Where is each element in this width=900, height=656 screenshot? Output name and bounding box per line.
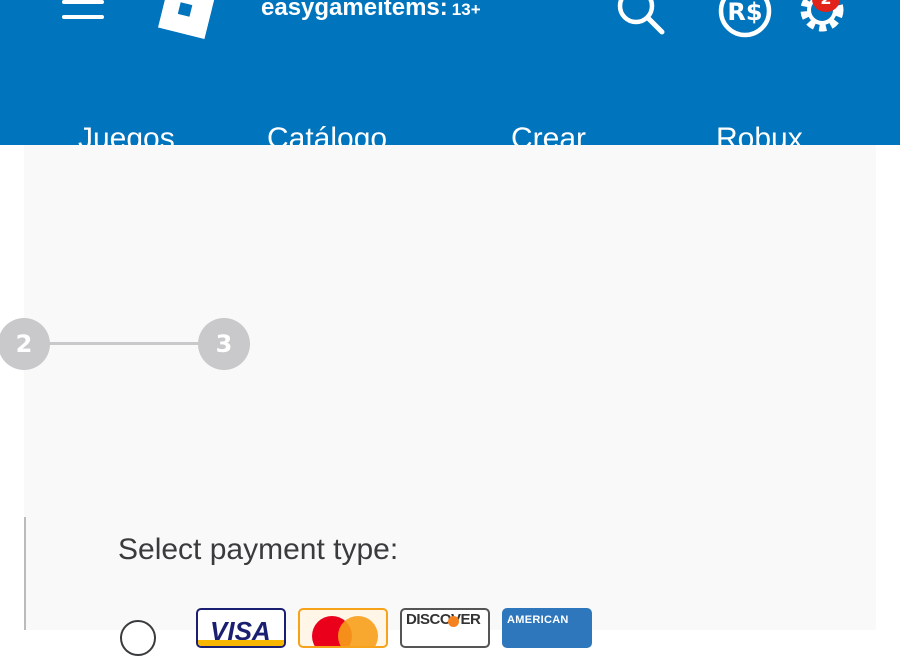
step-3-circle: 3 bbox=[198, 318, 250, 370]
mastercard-icon bbox=[298, 608, 388, 648]
nav-tab-juegos[interactable]: Juegos bbox=[78, 122, 175, 145]
menu-icon[interactable] bbox=[62, 0, 104, 22]
nav-tab-catalogo[interactable]: Catálogo bbox=[267, 122, 387, 145]
amex-card-icon: AMERICAN bbox=[502, 608, 592, 648]
username[interactable]: easygameitems: 13+ bbox=[261, 0, 481, 22]
roblox-logo[interactable] bbox=[157, 0, 217, 40]
main-content: 2 3 Select payment type: VISA DISCOVER A… bbox=[0, 145, 900, 656]
nav-tab-robux[interactable]: Robux bbox=[716, 122, 803, 145]
section-divider bbox=[24, 517, 26, 630]
svg-text:R$: R$ bbox=[727, 0, 762, 26]
username-text: easygameitems: bbox=[261, 0, 448, 21]
discover-dot bbox=[448, 616, 459, 627]
age-label: 13+ bbox=[451, 0, 481, 19]
amex-label: AMERICAN bbox=[507, 614, 569, 626]
payment-type-heading: Select payment type: bbox=[118, 533, 399, 566]
top-navigation-bar: easygameitems:13+ R$ 2 Juegos Catálogo C… bbox=[0, 0, 900, 145]
nav-tab-crear[interactable]: Crear bbox=[511, 122, 586, 145]
checkout-stepper: 2 3 bbox=[0, 318, 264, 370]
discover-label: DISCOVER bbox=[406, 611, 481, 628]
robux-icon[interactable]: R$ bbox=[716, 0, 774, 40]
step-2-circle: 2 bbox=[0, 318, 50, 370]
visa-stripe bbox=[198, 640, 284, 646]
credit-card-radio[interactable] bbox=[120, 620, 156, 656]
stepper-connector bbox=[48, 342, 198, 345]
discover-card-icon: DISCOVER bbox=[400, 608, 490, 648]
search-icon[interactable] bbox=[612, 0, 668, 38]
mastercard-orange-circle bbox=[338, 616, 378, 646]
visa-card-icon: VISA bbox=[196, 608, 286, 648]
